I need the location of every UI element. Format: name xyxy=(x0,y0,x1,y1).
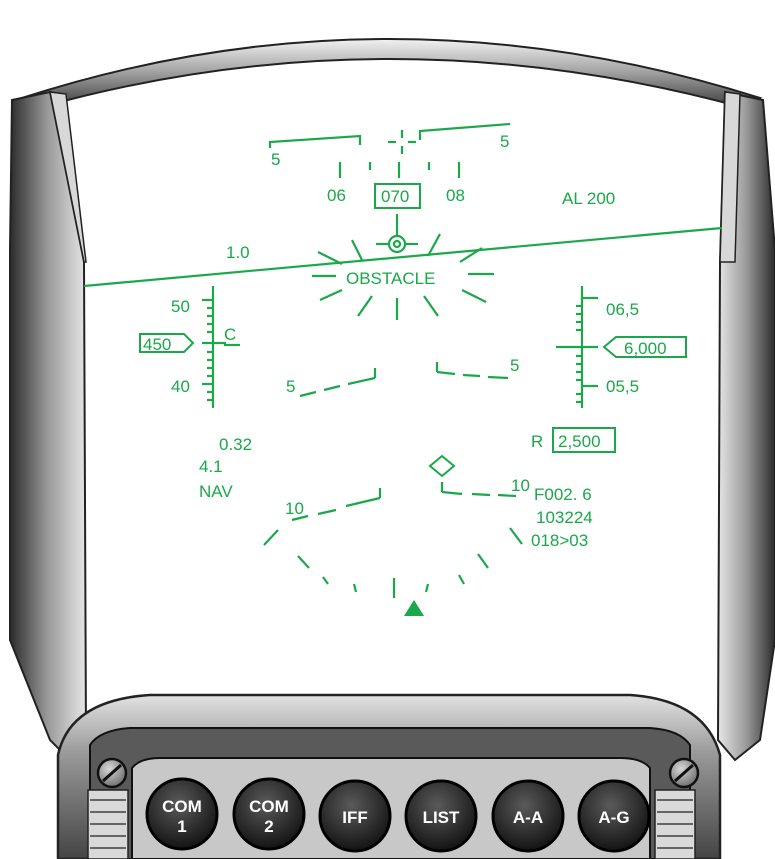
waypoint-line1: F002. 6 xyxy=(534,485,592,504)
screw-right-icon xyxy=(668,757,700,789)
list-button[interactable]: LIST xyxy=(404,779,478,853)
speed-command-marker: C xyxy=(224,325,236,344)
pitch-bar-minus10: 10 10 xyxy=(285,476,530,522)
screw-left-icon xyxy=(96,757,128,789)
pitch-bar-plus5: 5 5 xyxy=(268,122,511,169)
pitch-label-right: 5 xyxy=(500,132,509,151)
com2-button-line2: 2 xyxy=(264,817,273,836)
right-grip xyxy=(654,789,696,859)
altitude-tape: 06,5 05,5 6,000 xyxy=(556,286,687,408)
speed-upper: 50 xyxy=(171,297,190,316)
a-g-button-label: A-G xyxy=(598,808,629,827)
hud-display: 5 5 06 070 08 AL 200 1.0 OBSTACLE 50 40 … xyxy=(0,0,775,859)
com2-button[interactable]: COM 2 xyxy=(232,777,306,851)
iff-button[interactable]: IFF xyxy=(318,779,392,853)
bank-angle-scale xyxy=(263,527,523,616)
pitch-minus5-right: 5 xyxy=(510,356,519,375)
pitch-bar-minus5: 5 5 xyxy=(286,356,519,398)
obstacle-text: OBSTACLE xyxy=(346,269,435,288)
a-a-button-label: A-A xyxy=(513,808,543,827)
com1-button-line2: 1 xyxy=(177,817,186,836)
obstacle-warning: OBSTACLE xyxy=(312,233,494,320)
altitude-lower: 05,5 xyxy=(606,377,639,396)
a-g-button[interactable]: A-G xyxy=(577,779,651,853)
waypoint-line3: 018>03 xyxy=(531,531,588,550)
frame-left-post xyxy=(9,90,88,762)
altitude-upper: 06,5 xyxy=(606,300,639,319)
heading-left: 06 xyxy=(327,186,346,205)
list-button-label: LIST xyxy=(423,808,460,827)
g-load-readout: 4.1 xyxy=(199,457,223,476)
frame-top-arc xyxy=(19,38,763,110)
pitch-minus5-left: 5 xyxy=(286,377,295,396)
iff-button-label: IFF xyxy=(342,808,368,827)
com1-button-line1: COM xyxy=(162,797,202,816)
left-grip xyxy=(87,789,129,859)
com2-button-line1: COM xyxy=(249,797,289,816)
altitude-low-readout: AL 200 xyxy=(562,189,615,208)
bank-scale-label: 1.0 xyxy=(226,243,250,262)
mode-readout: NAV xyxy=(199,482,233,501)
bank-pointer-icon xyxy=(404,600,424,616)
a-a-button[interactable]: A-A xyxy=(491,779,565,853)
hud-symbology: 5 5 06 070 08 AL 200 1.0 OBSTACLE 50 40 … xyxy=(83,122,723,616)
altitude-current: 6,000 xyxy=(624,339,667,358)
range-value: 2,500 xyxy=(558,432,601,451)
heading-right: 08 xyxy=(446,186,465,205)
pitch-minus10-left: 10 xyxy=(285,499,304,518)
waypoint-line2: 103224 xyxy=(536,508,593,527)
range-prefix: R xyxy=(531,432,543,451)
pitch-minus10-right: 10 xyxy=(511,476,530,495)
speed-lower: 40 xyxy=(171,377,190,396)
heading-current: 070 xyxy=(381,187,409,206)
velocity-vector-icon xyxy=(376,234,418,254)
speed-tape: 50 40 450 C xyxy=(139,286,240,408)
mach-readout: 0.32 xyxy=(219,435,252,454)
boresight-cross xyxy=(388,130,416,154)
com1-button[interactable]: COM 1 xyxy=(145,777,219,851)
flight-data-block: 0.32 4.1 NAV xyxy=(199,435,252,501)
range-readout: R 2,500 xyxy=(531,427,616,453)
frame-right-post xyxy=(716,90,775,762)
pitch-label-left: 5 xyxy=(271,150,280,169)
heading-scale: 06 070 08 xyxy=(327,162,465,236)
waypoint-diamond-icon xyxy=(428,454,456,478)
hud-frame: 5 5 06 070 08 AL 200 1.0 OBSTACLE 50 40 … xyxy=(9,38,775,859)
waypoint-data: F002. 6 103224 018>03 xyxy=(531,485,593,550)
speed-current: 450 xyxy=(143,335,171,354)
